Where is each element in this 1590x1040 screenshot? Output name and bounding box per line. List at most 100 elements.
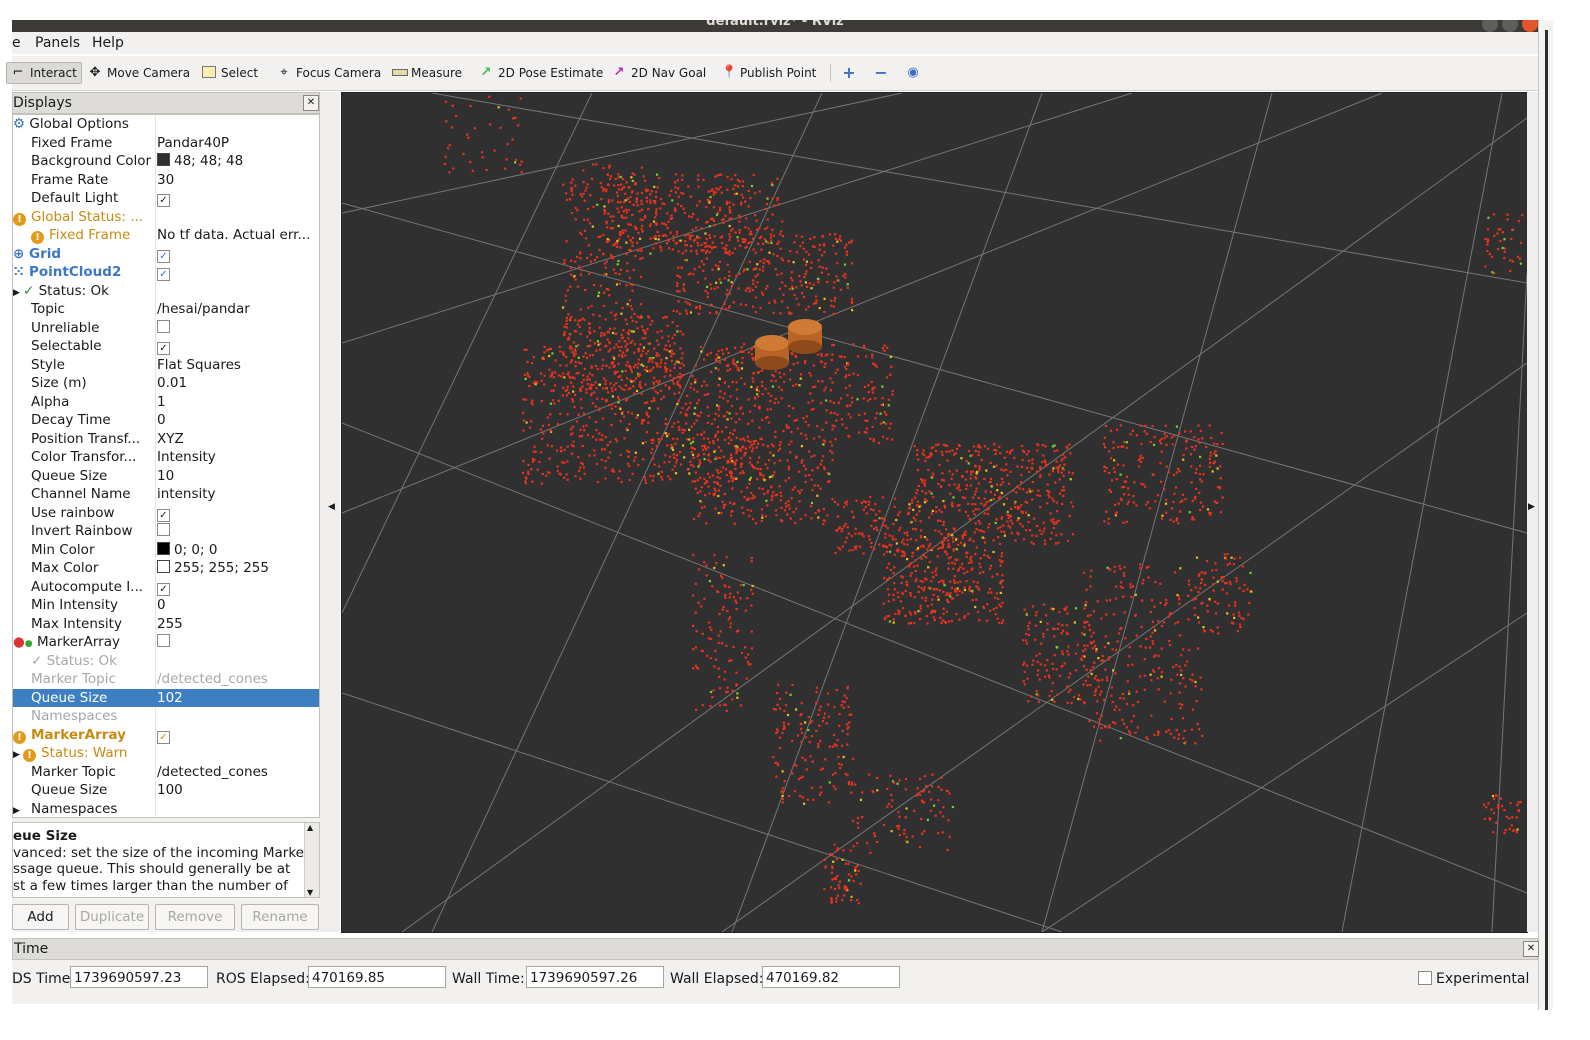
close-panel-icon[interactable]: ✕ (303, 95, 319, 111)
wall-elapsed-field[interactable]: 470169.82 (762, 966, 900, 988)
tree-row-background-color[interactable]: Background Color 48; 48; 48 (13, 152, 319, 171)
expand-arrow-icon[interactable]: ▶ (13, 806, 23, 816)
pointcloud2-checkbox[interactable]: ✓ (157, 268, 170, 281)
tree-row-global-status[interactable]: ! Global Status: ... (13, 208, 319, 227)
tree-row-selectable[interactable]: Selectable ✓ (13, 337, 319, 356)
tool-focus-camera[interactable]: ⌖ Focus Camera (277, 63, 381, 83)
tree-row-grid[interactable]: ⊕ Grid ✓ (13, 245, 319, 264)
cloud-point (1110, 694, 1113, 697)
render-viewport[interactable] (341, 92, 1528, 933)
tool-interact[interactable]: ⌐ Interact (6, 62, 82, 84)
tree-row-color-transformer[interactable]: Color Transfor... Intensity (13, 448, 319, 467)
cloud-point (777, 240, 780, 243)
tree-row-marker-array-1[interactable]: ●● MarkerArray (13, 633, 319, 652)
remove-display-button[interactable]: Remove (155, 904, 235, 930)
tool-2d-pose-estimate[interactable]: ↗ 2D Pose Estimate (479, 63, 604, 83)
default-light-checkbox[interactable]: ✓ (157, 194, 170, 207)
experimental-checkbox[interactable] (1418, 971, 1432, 985)
tree-row-channel-name[interactable]: Channel Name intensity (13, 485, 319, 504)
scroll-up-icon[interactable]: ▲ (307, 823, 313, 832)
use-rainbow-checkbox[interactable]: ✓ (157, 508, 170, 522)
tree-row-fixed-frame-status[interactable]: ! Fixed Frame No tf data. Actual err... (13, 226, 319, 245)
grid-checkbox[interactable]: ✓ (157, 249, 170, 263)
minimize-button[interactable] (1482, 20, 1498, 32)
menu-file[interactable]: e (12, 35, 21, 51)
cloud-point (1126, 680, 1129, 683)
tool-move-camera[interactable]: ✥ Move Camera (88, 63, 191, 83)
cloud-point (947, 557, 950, 560)
selectable-checkbox[interactable]: ✓ (157, 342, 170, 355)
color-swatch[interactable] (157, 153, 170, 166)
marker-array-2-checkbox[interactable]: ✓ (157, 730, 170, 744)
tree-row-fixed-frame[interactable]: Fixed Frame Pandar40P (13, 134, 319, 153)
left-splitter[interactable]: ◀ (320, 92, 340, 932)
tree-row-invert-rainbow[interactable]: Invert Rainbow (13, 522, 319, 541)
collapse-right-icon[interactable]: ▶ (1528, 502, 1535, 512)
color-swatch[interactable] (157, 560, 170, 573)
tree-row-queue-size-2[interactable]: Queue Size 100 (13, 781, 319, 800)
tree-row-marker-topic-2[interactable]: Marker Topic /detected_cones (13, 763, 319, 782)
add-display-button[interactable]: Add (12, 904, 69, 930)
remove-tool-button[interactable]: − (874, 63, 888, 83)
rename-display-button[interactable]: Rename (241, 904, 319, 930)
scroll-down-icon[interactable]: ▼ (307, 888, 313, 897)
tree-row-global-options[interactable]: ⚙ Global Options (13, 115, 319, 134)
tool-select[interactable]: Select (202, 63, 258, 83)
expand-arrow-icon[interactable]: ▶ (13, 750, 23, 760)
cloud-point (608, 404, 611, 407)
autocompute-checkbox[interactable]: ✓ (157, 582, 170, 596)
close-window-button[interactable] (1522, 20, 1538, 32)
tree-row-unreliable[interactable]: Unreliable (13, 319, 319, 338)
cloud-point (1083, 633, 1086, 636)
view-menu-button[interactable]: ◉ (906, 63, 920, 83)
maximize-button[interactable] (1502, 20, 1518, 32)
tool-2d-nav-goal[interactable]: ↗ 2D Nav Goal (612, 63, 707, 83)
ros-elapsed-field[interactable]: 470169.85 (308, 966, 446, 988)
cloud-point (948, 470, 951, 473)
tree-row-pointcloud-status[interactable]: ▶ ✓ Status: Ok (13, 282, 319, 301)
tree-row-alpha[interactable]: Alpha 1 (13, 393, 319, 412)
wall-time-field[interactable]: 1739690597.26 (526, 966, 664, 988)
tree-row-marker-array-1-status[interactable]: ✓ Status: Ok (13, 652, 319, 671)
invert-rainbow-checkbox[interactable] (157, 523, 170, 536)
tree-row-queue-size-selected[interactable]: Queue Size 102 (13, 688, 319, 707)
cloud-point (628, 299, 631, 302)
tree-row-marker-topic-1[interactable]: Marker Topic /detected_cones (13, 670, 319, 689)
duplicate-display-button[interactable]: Duplicate (75, 904, 149, 930)
tree-row-topic[interactable]: Topic /hesai/pandar (13, 300, 319, 319)
tree-row-min-color[interactable]: Min Color 0; 0; 0 (13, 541, 319, 560)
marker-array-1-checkbox[interactable] (157, 634, 170, 647)
tree-row-size[interactable]: Size (m) 0.01 (13, 374, 319, 393)
tree-row-use-rainbow[interactable]: Use rainbow ✓ (13, 504, 319, 523)
tool-measure[interactable]: Measure (392, 63, 462, 83)
add-tool-button[interactable]: + (842, 63, 856, 83)
collapse-left-icon[interactable]: ◀ (328, 502, 335, 512)
tree-row-max-color[interactable]: Max Color 255; 255; 255 (13, 559, 319, 578)
right-splitter[interactable]: ▶ (1527, 92, 1538, 932)
tree-row-style[interactable]: Style Flat Squares (13, 356, 319, 375)
tool-publish-point[interactable]: 📍 Publish Point (721, 63, 816, 83)
tree-row-min-intensity[interactable]: Min Intensity 0 (13, 596, 319, 615)
tree-row-namespaces-2[interactable]: ▶ Namespaces (13, 800, 319, 818)
tree-row-position-transformer[interactable]: Position Transf... XYZ (13, 430, 319, 449)
expand-arrow-icon[interactable]: ▶ (13, 288, 23, 298)
3d-scene[interactable] (341, 92, 1528, 933)
tree-row-decay-time[interactable]: Decay Time 0 (13, 411, 319, 430)
tree-row-marker-array-2[interactable]: ! MarkerArray ✓ (13, 726, 319, 745)
tree-row-queue-size[interactable]: Queue Size 10 (13, 467, 319, 486)
tree-row-pointcloud2[interactable]: ⁙ PointCloud2 ✓ (13, 263, 319, 282)
tree-row-autocompute[interactable]: Autocompute I... ✓ (13, 578, 319, 597)
tree-row-default-light[interactable]: Default Light ✓ (13, 189, 319, 208)
menu-help[interactable]: Help (92, 35, 124, 51)
menu-panels[interactable]: Panels (35, 35, 80, 51)
color-swatch[interactable] (157, 541, 170, 555)
close-panel-icon[interactable]: ✕ (1523, 941, 1539, 957)
help-scrollbar[interactable]: ▲ ▼ (304, 823, 319, 897)
cloud-point (1228, 562, 1231, 565)
tree-row-frame-rate[interactable]: Frame Rate 30 (13, 171, 319, 190)
tree-row-marker-array-2-status[interactable]: ▶! Status: Warn (13, 744, 319, 763)
ros-time-field[interactable]: 1739690597.23 (70, 966, 208, 988)
unreliable-checkbox[interactable] (157, 319, 170, 333)
tree-row-namespaces-1[interactable]: Namespaces (13, 707, 319, 726)
tree-row-max-intensity[interactable]: Max Intensity 255 (13, 615, 319, 634)
